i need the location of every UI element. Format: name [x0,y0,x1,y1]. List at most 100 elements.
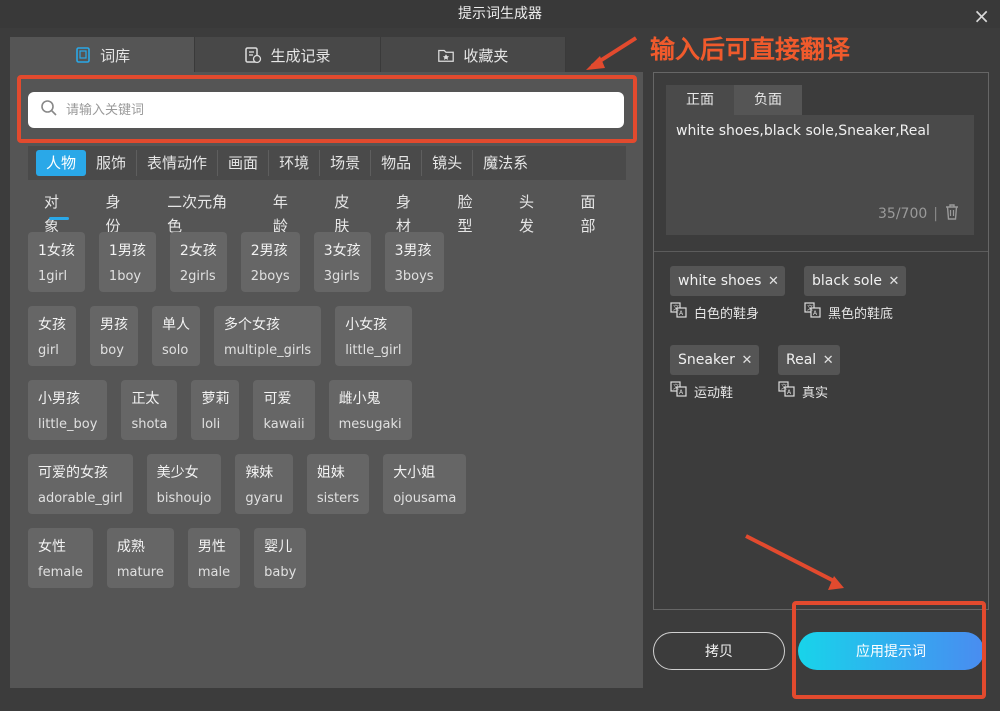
keyword-chip[interactable]: 女孩 girl [28,306,76,366]
subcategory-tab[interactable]: 身材 [380,190,442,235]
annotation-box-search [17,75,637,143]
category-tab[interactable]: 镜头 [422,150,474,176]
subcategory-tab[interactable]: 皮肤 [318,190,380,235]
chip-row: 女性 female 成熟 mature 男性 male 婴儿 baby [28,528,628,588]
tab-library[interactable]: 词库 [10,37,196,73]
keyword-chip[interactable]: 成熟 mature [106,528,174,588]
keyword-chinese: 3女孩 [323,243,361,259]
prompt-textarea[interactable]: white shoes,black sole,Sneaker,Real 35/7… [666,115,974,235]
keyword-english: kawaii [263,417,305,432]
category-tab[interactable]: 场景 [320,150,372,176]
keyword-chip[interactable]: 可爱 kawaii [253,380,315,440]
category-tab[interactable]: 画面 [218,150,270,176]
keyword-chip[interactable]: 3男孩 3boys [384,232,444,292]
keyword-english: little_girl [345,343,402,358]
keyword-english: girl [38,343,59,358]
keyword-chinese: 男性 [197,539,226,555]
keyword-english: little_boy [38,417,98,432]
favorites-icon [437,46,455,64]
tab-history[interactable]: 生成记录 [195,37,381,73]
close-icon[interactable]: ✕ [735,353,759,368]
keyword-chip[interactable]: 萝莉 loli [191,380,240,440]
keyword-chip[interactable]: 美少女 bishoujo [146,454,222,514]
tag-chip[interactable]: black sole ✕ [804,266,906,296]
keyword-chip[interactable]: 单人 solo [152,306,200,366]
keyword-english: female [38,565,83,580]
keyword-chip[interactable]: 2男孩 2boys [240,232,300,292]
keyword-chip[interactable]: 正太 shota [121,380,178,440]
keyword-chip[interactable]: 雌小鬼 mesugaki [328,380,412,440]
tag-item: black sole ✕ 文 A 黑色的鞋底 [804,266,906,322]
category-tab[interactable]: 物品 [371,150,423,176]
close-icon[interactable]: ✕ [882,274,906,289]
keyword-chinese: 美少女 [156,465,199,481]
keyword-chip[interactable]: 婴儿 baby [254,528,307,588]
divider [654,251,988,252]
keyword-chip[interactable]: 姐妹 sisters [306,454,370,514]
prompt-panel: 正面 负面 white shoes,black sole,Sneaker,Rea… [653,72,989,610]
keyword-chinese: 2女孩 [179,243,217,259]
keyword-english: 1boy [108,269,142,284]
subcategory-tab[interactable]: 年龄 [257,190,319,235]
keyword-chip[interactable]: 3女孩 3girls [313,232,371,292]
tab-favorites-label: 收藏夹 [463,46,509,65]
keyword-chip[interactable]: 小男孩 little_boy [28,380,108,440]
subcategory-tab[interactable]: 脸型 [441,190,503,235]
keyword-chip[interactable]: 多个女孩 multiple_girls [214,306,322,366]
tab-positive[interactable]: 正面 [666,85,734,115]
tag-item: white shoes ✕ 文 A 白色的鞋身 [670,266,786,322]
copy-button[interactable]: 拷贝 [653,632,785,670]
close-icon[interactable]: ✕ [761,274,785,289]
keyword-english: mature [116,565,164,580]
translate-icon: 文A [670,302,688,322]
close-icon[interactable]: ✕ [816,353,840,368]
tab-favorites[interactable]: 收藏夹 [380,37,566,73]
translate-icon: 文A [778,381,796,401]
char-count: 35/700 [878,206,928,222]
keyword-english: male [197,565,231,580]
close-icon[interactable]: × [973,2,990,30]
prompt-text: white shoes,black sole,Sneaker,Real [676,123,930,139]
tag-label: Sneaker [678,352,735,368]
keyword-chip[interactable]: 1男孩 1boy [98,232,156,292]
subcategory-tab[interactable]: 头发 [503,190,565,235]
category-tab[interactable]: 服饰 [86,150,138,176]
keyword-english: boy [100,343,124,358]
keyword-chip[interactable]: 1女孩 1girl [28,232,85,292]
translate-icon: 文A [804,302,822,322]
keyword-chip[interactable]: 可爱的女孩 adorable_girl [28,454,133,514]
tag-translation-text: 运动鞋 [694,385,734,401]
tag-chip[interactable]: Real ✕ [778,345,841,375]
keyword-chip[interactable]: 2女孩 2girls [169,232,227,292]
category-tab[interactable]: 环境 [269,150,321,176]
keyword-english: 3boys [394,269,434,284]
keyword-chip[interactable]: 男性 male [187,528,241,588]
tab-negative[interactable]: 负面 [734,85,802,115]
window-title: 提示词生成器 [458,6,542,22]
chip-row: 小男孩 little_boy 正太 shota 萝莉 loli 可爱 kawaii 雌小鬼 mes… [28,380,628,440]
category-tab[interactable]: 魔法系 [473,150,538,176]
keyword-english: gyaru [245,491,283,506]
keyword-chip[interactable]: 小女孩 little_girl [335,306,412,366]
keyword-chinese: 女性 [38,539,66,555]
tag-label: white shoes [678,273,762,289]
book-icon [74,46,92,64]
subcategory-tab[interactable]: 二次元角色 [151,190,257,235]
keyword-chinese: 婴儿 [264,539,293,555]
keyword-chip[interactable]: 男孩 boy [90,306,138,366]
tag-chip[interactable]: white shoes ✕ [670,266,786,296]
chip-row: 可爱的女孩 adorable_girl 美少女 bishoujo 辣妹 gyaru 姐妹 si… [28,454,628,514]
category-tab[interactable]: 人物 [36,150,87,176]
annotation-text: 输入后可直接翻译 [650,35,851,64]
keyword-chinese: 正太 [131,391,160,407]
subcategory-tab[interactable]: 对象 [28,190,90,235]
tag-chip[interactable]: Sneaker ✕ [670,345,759,375]
category-tab[interactable]: 表情动作 [137,150,219,176]
chip-row: 女孩 girl 男孩 boy 单人 solo 多个女孩 multiple_girls 小女孩 li… [28,306,628,366]
keyword-chip[interactable]: 大小姐 ojousama [383,454,467,514]
keyword-chip[interactable]: 辣妹 gyaru [235,454,293,514]
subcategory-tab[interactable]: 面部 [565,190,627,235]
subcategory-tab[interactable]: 身份 [90,190,152,235]
trash-icon[interactable] [944,203,960,225]
keyword-chip[interactable]: 女性 female [28,528,93,588]
